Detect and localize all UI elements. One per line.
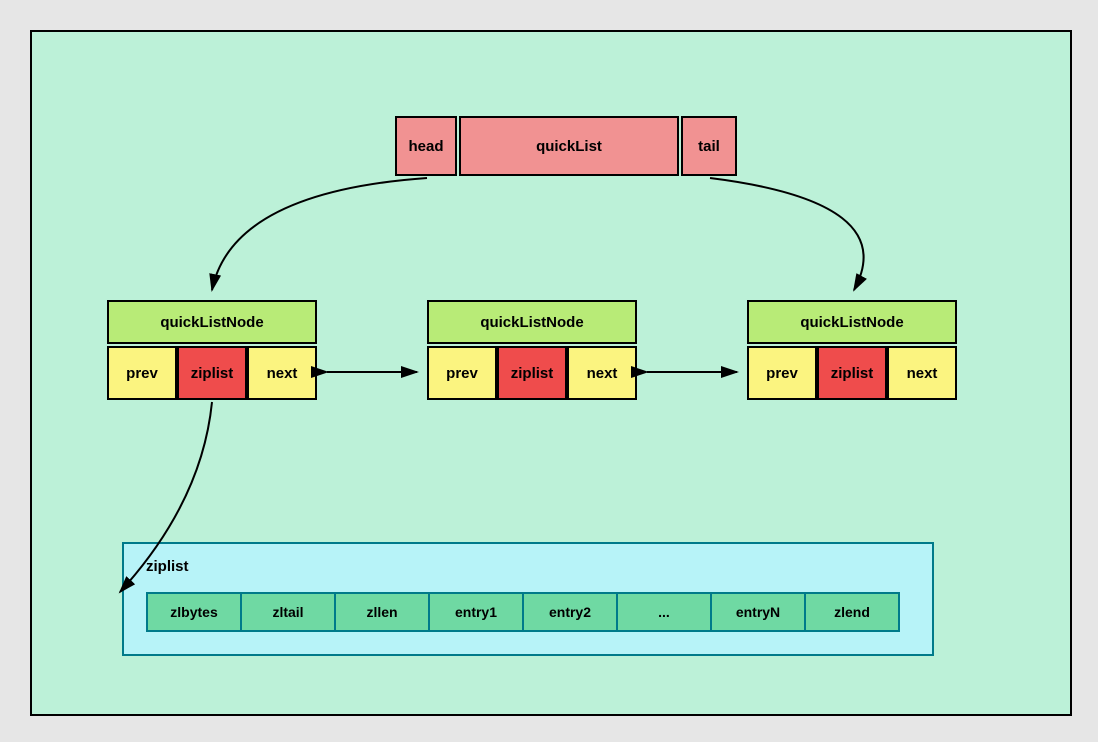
node1-ziplist: ziplist <box>177 346 247 400</box>
ziplist-cell-zllen: zllen <box>334 592 430 632</box>
node1-title: quickListNode <box>107 300 317 344</box>
node2-title: quickListNode <box>427 300 637 344</box>
node3-title: quickListNode <box>747 300 957 344</box>
node3-ziplist: ziplist <box>817 346 887 400</box>
diagram-canvas: head quickList tail quickListNode prev z… <box>30 30 1072 716</box>
node3-next: next <box>887 346 957 400</box>
quicklist-main-cell: quickList <box>459 116 679 176</box>
ziplist-cell-zlend: zlend <box>804 592 900 632</box>
quicklist-head-cell: head <box>395 116 457 176</box>
ziplist-cell-entry2: entry2 <box>522 592 618 632</box>
ziplist-cell-zltail: zltail <box>240 592 336 632</box>
ziplist-cell-entryN: entryN <box>710 592 806 632</box>
ziplist-title: ziplist <box>146 558 189 575</box>
ziplist-row: zlbytes zltail zllen entry1 entry2 ... e… <box>146 592 900 632</box>
node2-prev: prev <box>427 346 497 400</box>
node3-prev: prev <box>747 346 817 400</box>
node1-next: next <box>247 346 317 400</box>
node2-ziplist: ziplist <box>497 346 567 400</box>
ziplist-container: ziplist zlbytes zltail zllen entry1 entr… <box>122 542 934 656</box>
node2-next: next <box>567 346 637 400</box>
ziplist-cell-zlbytes: zlbytes <box>146 592 242 632</box>
node1-prev: prev <box>107 346 177 400</box>
ziplist-cell-ellipsis: ... <box>616 592 712 632</box>
quicklist-tail-cell: tail <box>681 116 737 176</box>
ziplist-cell-entry1: entry1 <box>428 592 524 632</box>
